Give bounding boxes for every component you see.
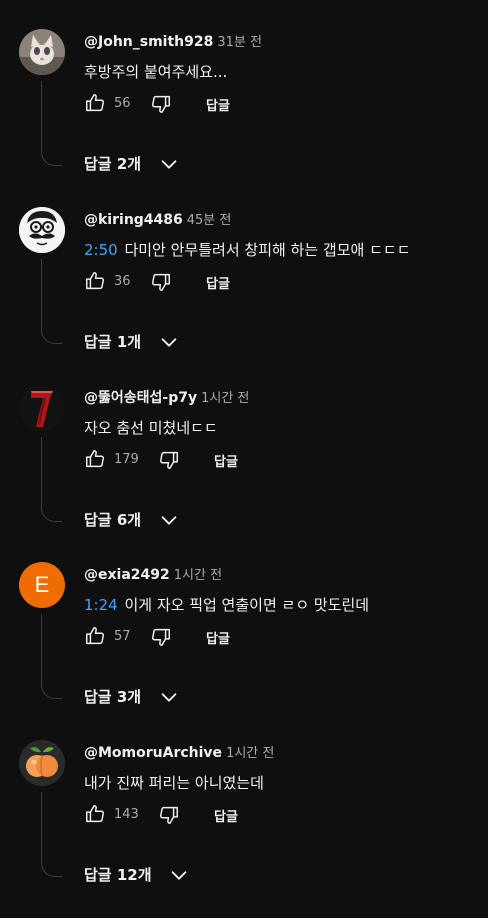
comment-time[interactable]: 45분 전	[187, 213, 232, 228]
comment-header: @kiring4486 45분 전	[84, 209, 231, 228]
like-count: 143	[114, 807, 139, 822]
comment-header: @John_smith928 31분 전	[84, 31, 262, 50]
comment-text: 1:24 이게 자오 픽업 연출이면 ㄹㅇ 맛도린데	[84, 594, 369, 615]
mustache-cartoon-icon	[19, 207, 65, 253]
comment-author[interactable]: @MomoruArchive	[84, 745, 222, 761]
comment-time[interactable]: 31분 전	[217, 35, 262, 50]
reply-button[interactable]: 답글	[206, 273, 230, 292]
thread-line	[41, 437, 62, 522]
thread-line	[41, 81, 62, 166]
comment-item: @kiring4486 45분 전 2:50 다미안 안무틀려서 창피해 하는 갭…	[0, 207, 488, 385]
comment-header: @exia2492 1시간 전	[84, 564, 222, 583]
avatar-letter: E	[34, 572, 50, 597]
cat-photo-icon	[19, 29, 65, 75]
comment-text-content: 후방주의 붙여주세요...	[84, 63, 228, 81]
comment-actions: 57 답글	[84, 625, 464, 649]
thread-line	[41, 259, 62, 344]
comment-time[interactable]: 1시간 전	[201, 391, 249, 406]
thumbs-up-icon[interactable]	[84, 448, 106, 470]
comment-actions: 36 답글	[84, 270, 464, 294]
replies-count-label: 답글 2개	[84, 155, 142, 173]
thread-line	[41, 614, 62, 699]
thumbs-down-icon[interactable]	[150, 271, 172, 293]
thread-line	[41, 792, 62, 877]
replies-toggle[interactable]: 답글 2개	[84, 151, 244, 175]
timestamp-link[interactable]: 1:24	[84, 596, 122, 614]
thumbs-down-icon[interactable]	[158, 804, 180, 826]
replies-count-label: 답글 1개	[84, 333, 142, 351]
chevron-down-icon	[161, 693, 177, 702]
comment-actions: 179 답글	[84, 448, 464, 472]
avatar[interactable]: E	[19, 562, 65, 608]
reply-button[interactable]: 답글	[214, 451, 238, 470]
comment-actions: 143 답글	[84, 803, 464, 827]
replies-count-label: 답글 3개	[84, 688, 142, 706]
reply-button[interactable]: 답글	[206, 628, 230, 647]
thumbs-down-icon[interactable]	[158, 449, 180, 471]
reply-button[interactable]: 답글	[206, 95, 230, 114]
comment-header: @MomoruArchive 1시간 전	[84, 742, 274, 761]
like-count: 56	[114, 96, 131, 111]
thumbs-up-icon[interactable]	[84, 803, 106, 825]
comment-text-content: 자오 춤선 미쳤네ㄷㄷ	[84, 419, 218, 437]
reply-button[interactable]: 답글	[214, 806, 238, 825]
avatar[interactable]	[19, 29, 65, 75]
replies-toggle[interactable]: 답글 12개	[84, 862, 244, 886]
comment-time[interactable]: 1시간 전	[174, 568, 222, 583]
comment-time[interactable]: 1시간 전	[226, 746, 274, 761]
comment-author[interactable]: @John_smith928	[84, 34, 213, 50]
like-count: 36	[114, 274, 131, 289]
like-count: 179	[114, 452, 139, 467]
replies-count-label: 답글 6개	[84, 511, 142, 529]
thumbs-up-icon[interactable]	[84, 92, 106, 114]
number-seven-icon	[19, 385, 65, 431]
thumbs-down-icon[interactable]	[150, 626, 172, 648]
comment-author[interactable]: @exia2492	[84, 567, 170, 583]
comment-author[interactable]: @뚫어송태섭-p7y	[84, 390, 197, 406]
avatar[interactable]	[19, 385, 65, 431]
replies-count-label: 답글 12개	[84, 866, 152, 884]
chevron-down-icon	[161, 516, 177, 525]
comment-text-content: 이게 자오 픽업 연출이면 ㄹㅇ 맛도린데	[124, 596, 370, 614]
chevron-down-icon	[171, 871, 187, 880]
thumbs-down-icon[interactable]	[150, 93, 172, 115]
comment-text: 내가 진짜 퍼리는 아니였는데	[84, 772, 264, 793]
avatar[interactable]	[19, 740, 65, 786]
like-count: 57	[114, 629, 131, 644]
comment-text-content: 내가 진짜 퍼리는 아니였는데	[84, 774, 264, 792]
thumbs-up-icon[interactable]	[84, 270, 106, 292]
comment-header: @뚫어송태섭-p7y 1시간 전	[84, 387, 249, 407]
comment-item: E @exia2492 1시간 전 1:24 이게 자오 픽업 연출이면 ㄹㅇ 맛…	[0, 562, 488, 740]
chevron-down-icon	[161, 160, 177, 169]
comment-text: 2:50 다미안 안무틀려서 창피해 하는 갭모애 ㄷㄷㄷ	[84, 239, 411, 260]
comment-text: 후방주의 붙여주세요...	[84, 61, 227, 82]
chevron-down-icon	[161, 338, 177, 347]
comment-text-content: 다미안 안무틀려서 창피해 하는 갭모애 ㄷㄷㄷ	[124, 241, 411, 259]
comment-author[interactable]: @kiring4486	[84, 212, 183, 228]
replies-toggle[interactable]: 답글 3개	[84, 684, 244, 708]
replies-toggle[interactable]: 답글 6개	[84, 507, 244, 531]
comment-item: @MomoruArchive 1시간 전 내가 진짜 퍼리는 아니였는데 143 …	[0, 740, 488, 918]
timestamp-link[interactable]: 2:50	[84, 241, 122, 259]
thumbs-up-icon[interactable]	[84, 625, 106, 647]
comment-actions: 56 답글	[84, 92, 464, 116]
replies-toggle[interactable]: 답글 1개	[84, 329, 244, 353]
comment-item: @John_smith928 31분 전 후방주의 붙여주세요... 56 답글 …	[0, 29, 488, 207]
comment-text: 자오 춤선 미쳤네ㄷㄷ	[84, 417, 218, 438]
avatar[interactable]	[19, 207, 65, 253]
comment-item: @뚫어송태섭-p7y 1시간 전 자오 춤선 미쳤네ㄷㄷ 179 답글 답글 6개	[0, 385, 488, 563]
peach-icon	[19, 740, 65, 786]
